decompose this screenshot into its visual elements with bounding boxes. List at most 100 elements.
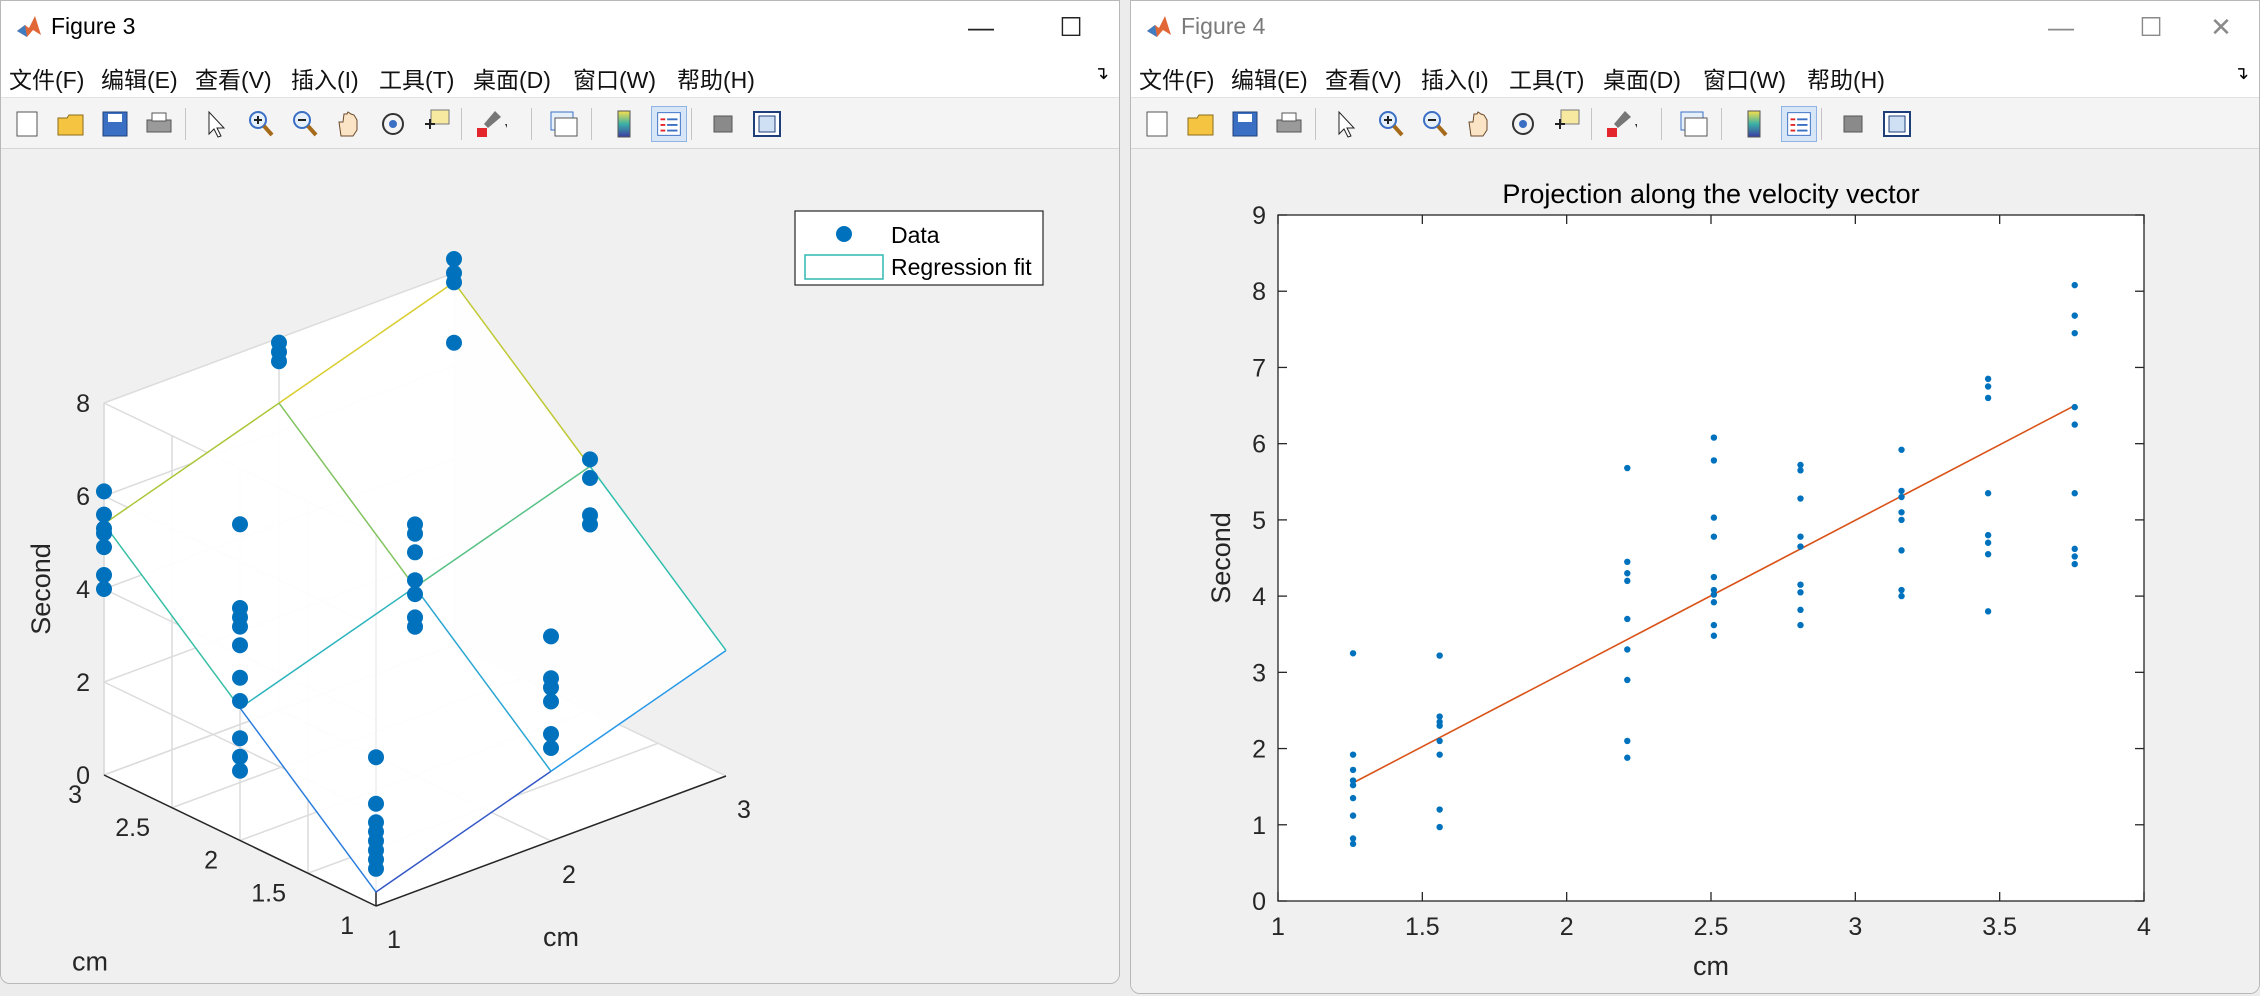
data-point	[2071, 312, 2078, 319]
menu-window[interactable]: 窗口(W)	[573, 61, 656, 95]
link-plot-icon[interactable]	[1675, 106, 1711, 142]
chart-3d[interactable]: 12311.522.5302468cmcmSecondDataRegressio…	[1, 149, 1119, 983]
toolbar-separator	[531, 108, 532, 140]
zoom-out-icon[interactable]	[287, 106, 323, 142]
new-figure-icon[interactable]	[1139, 106, 1175, 142]
data-point	[1710, 533, 1718, 540]
data-point	[2071, 560, 2078, 568]
menu-desktop[interactable]: 桌面(D)	[1603, 61, 1681, 95]
x-tick-label: 3.5	[1982, 913, 2017, 941]
open-file-icon[interactable]	[1183, 106, 1219, 142]
save-icon[interactable]	[1227, 106, 1263, 142]
z-axis-label: Second	[26, 543, 56, 635]
window-title: Figure 4	[1181, 13, 1266, 39]
data-point	[407, 544, 423, 561]
data-point	[1436, 751, 1443, 758]
data-point	[1349, 835, 1357, 842]
menu-insert[interactable]: 插入(I)	[1421, 61, 1489, 95]
data-point	[1984, 394, 1992, 402]
figure-3-canvas: 1 2 3 1 1.5 2 2.5 3 0 2 4 6 8 cm cm Second Data Regressio…	[1, 149, 1119, 983]
data-point	[232, 748, 248, 765]
link-plot-icon[interactable]	[545, 106, 581, 142]
zoom-in-icon[interactable]	[243, 106, 279, 142]
y-tick-label: 8	[1252, 278, 1266, 306]
data-point	[232, 762, 248, 779]
chart-2d[interactable]: 1 1.5 2 2.5 3 3.5 40123456789Projection along …	[1131, 149, 2259, 993]
menu-bar: 文件(F) 编辑(E) 查看(V) 插入(I) 工具(T) 桌面(D) 窗口(W…	[1, 53, 1119, 98]
hide-plot-tools-icon[interactable]	[1835, 106, 1871, 142]
data-point	[407, 516, 423, 533]
menu-file[interactable]: 文件(F)	[9, 61, 84, 95]
pan-hand-icon[interactable]	[1461, 106, 1497, 142]
hide-plot-tools-icon[interactable]	[705, 106, 741, 142]
figure-4-canvas: 1 1.5 2 2.5 3 3.5 4 0 1 2 3 4 5 6 7 8 9 Projection along …	[1131, 149, 2259, 993]
zoom-in-icon[interactable]	[1373, 106, 1409, 142]
data-point	[407, 609, 423, 626]
pointer-icon[interactable]	[1327, 106, 1363, 142]
data-point	[1984, 375, 1992, 383]
brush-icon[interactable]	[471, 106, 507, 142]
x-tick-label: 1	[1271, 913, 1285, 941]
save-icon[interactable]	[97, 106, 133, 142]
brush-icon[interactable]	[1601, 106, 1637, 142]
menu-file[interactable]: 文件(F)	[1139, 61, 1214, 95]
title-bar[interactable]: Figure 4 — ☐ ✕	[1131, 1, 2259, 53]
menu-edit[interactable]: 编辑(E)	[1231, 61, 1308, 95]
zoom-out-icon[interactable]	[1417, 106, 1453, 142]
maximize-button[interactable]: ☐	[1031, 5, 1111, 49]
data-point	[1797, 461, 1804, 469]
show-plot-tools-icon[interactable]	[1879, 106, 1915, 142]
menu-insert[interactable]: 插入(I)	[291, 61, 359, 95]
data-point	[368, 749, 384, 766]
data-cursor-icon[interactable]	[419, 106, 455, 142]
data-point	[1349, 766, 1357, 774]
toolbar-separator	[1661, 108, 1662, 140]
pan-hand-icon[interactable]	[331, 106, 367, 142]
data-point	[446, 251, 462, 268]
y-tick-label: 1.5	[251, 879, 286, 907]
print-icon[interactable]	[141, 106, 177, 142]
print-icon[interactable]	[1271, 106, 1307, 142]
menu-tools[interactable]: 工具(T)	[379, 61, 454, 95]
colorbar-icon[interactable]	[607, 106, 643, 142]
menu-edit[interactable]: 编辑(E)	[101, 61, 178, 95]
new-figure-icon[interactable]	[9, 106, 45, 142]
menu-window[interactable]: 窗口(W)	[1703, 61, 1786, 95]
dock-figure-icon[interactable]: ↴	[2234, 63, 2249, 84]
menu-view[interactable]: 查看(V)	[1325, 61, 1402, 95]
data-point	[543, 726, 559, 743]
dock-figure-icon[interactable]: ↴	[1094, 63, 1109, 84]
title-bar[interactable]: Figure 3 — ☐ ✕	[1, 1, 1119, 53]
colorbar-icon[interactable]	[1737, 106, 1773, 142]
data-point	[1898, 586, 1905, 594]
x-tick-label: 2	[1560, 913, 1574, 941]
data-point	[1984, 383, 1992, 390]
data-point	[232, 669, 248, 686]
toolbar-separator	[1591, 108, 1592, 140]
minimize-button[interactable]: —	[2021, 5, 2101, 49]
menu-help[interactable]: 帮助(H)	[1807, 61, 1885, 95]
rotate-3d-icon[interactable]	[375, 106, 411, 142]
maximize-button[interactable]: ☐	[2111, 5, 2191, 49]
data-cursor-icon[interactable]	[1549, 106, 1585, 142]
y-axis-label: cm	[72, 947, 108, 977]
menu-view[interactable]: 查看(V)	[195, 61, 272, 95]
rotate-3d-icon[interactable]	[1505, 106, 1541, 142]
menu-help[interactable]: 帮助(H)	[677, 61, 755, 95]
legend-icon[interactable]	[651, 106, 687, 142]
data-point	[96, 539, 112, 556]
menu-tools[interactable]: 工具(T)	[1509, 61, 1584, 95]
legend-icon[interactable]	[1781, 106, 1817, 142]
data-point	[1624, 570, 1631, 577]
legend: Data Regression fit	[794, 210, 1044, 286]
data-point	[1349, 751, 1357, 758]
close-button[interactable]: ✕	[2191, 5, 2251, 49]
data-point	[1898, 509, 1905, 516]
show-plot-tools-icon[interactable]	[749, 106, 785, 142]
y-tick-label: 1	[340, 912, 354, 940]
data-point	[1624, 558, 1631, 566]
menu-desktop[interactable]: 桌面(D)	[473, 61, 551, 95]
pointer-icon[interactable]	[197, 106, 233, 142]
open-file-icon[interactable]	[53, 106, 89, 142]
minimize-button[interactable]: —	[941, 5, 1021, 49]
